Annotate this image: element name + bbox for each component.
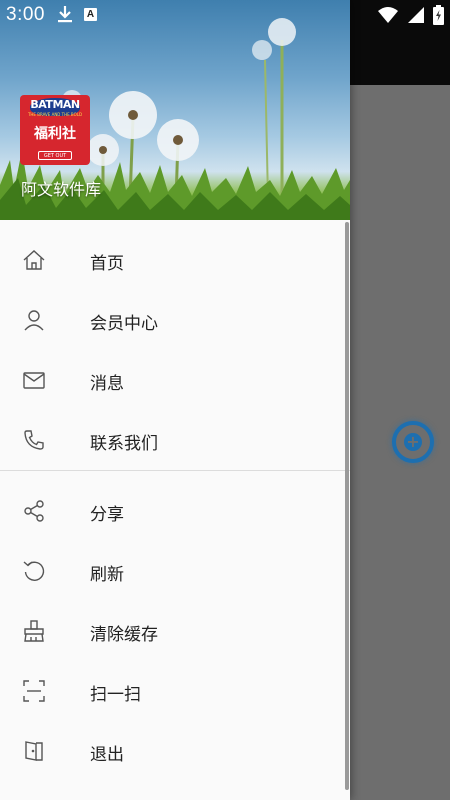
menu-item-scan[interactable]: 扫一扫 bbox=[0, 661, 350, 721]
share-icon bbox=[24, 500, 44, 522]
logo-main-text: 福利社 bbox=[34, 126, 76, 142]
menu-label-contact-us: 联系我们 bbox=[90, 434, 158, 454]
scan-icon bbox=[23, 680, 45, 702]
logo-subtitle: THE BRAVE AND THE BOLD bbox=[27, 112, 83, 117]
menu-label-home: 首页 bbox=[90, 254, 124, 274]
menu-label-messages: 消息 bbox=[90, 374, 124, 394]
broom-icon bbox=[24, 620, 44, 642]
status-time: 3:00 bbox=[6, 4, 45, 25]
menu-label-refresh: 刷新 bbox=[90, 565, 124, 585]
menu-item-share[interactable]: 分享 bbox=[0, 481, 350, 541]
menu-label-share: 分享 bbox=[90, 505, 124, 525]
menu-item-exit[interactable]: 退出 bbox=[0, 721, 350, 781]
menu-label-member-center: 会员中心 bbox=[90, 314, 158, 334]
exit-icon bbox=[25, 741, 43, 761]
scrollbar[interactable] bbox=[345, 222, 349, 790]
battery-icon bbox=[433, 5, 444, 25]
app-logo: BATMAN THE BRAVE AND THE BOLD 福利社 GET OU… bbox=[20, 95, 90, 165]
app-name: 阿文软件库 bbox=[21, 180, 102, 199]
menu-item-member-center[interactable]: 会员中心 bbox=[0, 290, 350, 350]
menu-divider bbox=[0, 470, 350, 471]
drawer-menu: 首页 会员中心 消息 联系我们 分享 刷新 清除缓存 扫一扫 退出 bbox=[0, 230, 350, 781]
navigation-drawer: BATMAN THE BRAVE AND THE BOLD 福利社 GET OU… bbox=[0, 0, 350, 800]
a-notification-icon: A bbox=[84, 8, 97, 21]
person-icon bbox=[24, 310, 44, 331]
menu-label-scan: 扫一扫 bbox=[90, 685, 141, 705]
status-right-icons bbox=[377, 5, 444, 25]
drawer-header: BATMAN THE BRAVE AND THE BOLD 福利社 GET OU… bbox=[0, 0, 350, 220]
menu-item-refresh[interactable]: 刷新 bbox=[0, 541, 350, 601]
refresh-icon bbox=[23, 561, 45, 581]
menu-item-messages[interactable]: 消息 bbox=[0, 350, 350, 410]
menu-label-clear-cache: 清除缓存 bbox=[90, 625, 158, 645]
phone-icon bbox=[24, 430, 44, 450]
menu-item-contact-us[interactable]: 联系我们 bbox=[0, 410, 350, 470]
menu-item-clear-cache[interactable]: 清除缓存 bbox=[0, 601, 350, 661]
logo-title: BATMAN bbox=[30, 98, 80, 111]
menu-item-home[interactable]: 首页 bbox=[0, 230, 350, 290]
floating-action-button[interactable]: + bbox=[392, 421, 434, 463]
home-icon bbox=[23, 250, 45, 270]
logo-button-text: GET OUT bbox=[38, 151, 72, 160]
wifi-icon bbox=[378, 7, 398, 23]
download-icon bbox=[58, 6, 72, 23]
mail-icon bbox=[23, 372, 45, 389]
signal-icon bbox=[408, 7, 424, 23]
status-bar: 3:00 A bbox=[0, 0, 450, 30]
plus-icon: + bbox=[404, 433, 422, 451]
menu-label-exit: 退出 bbox=[90, 745, 124, 765]
